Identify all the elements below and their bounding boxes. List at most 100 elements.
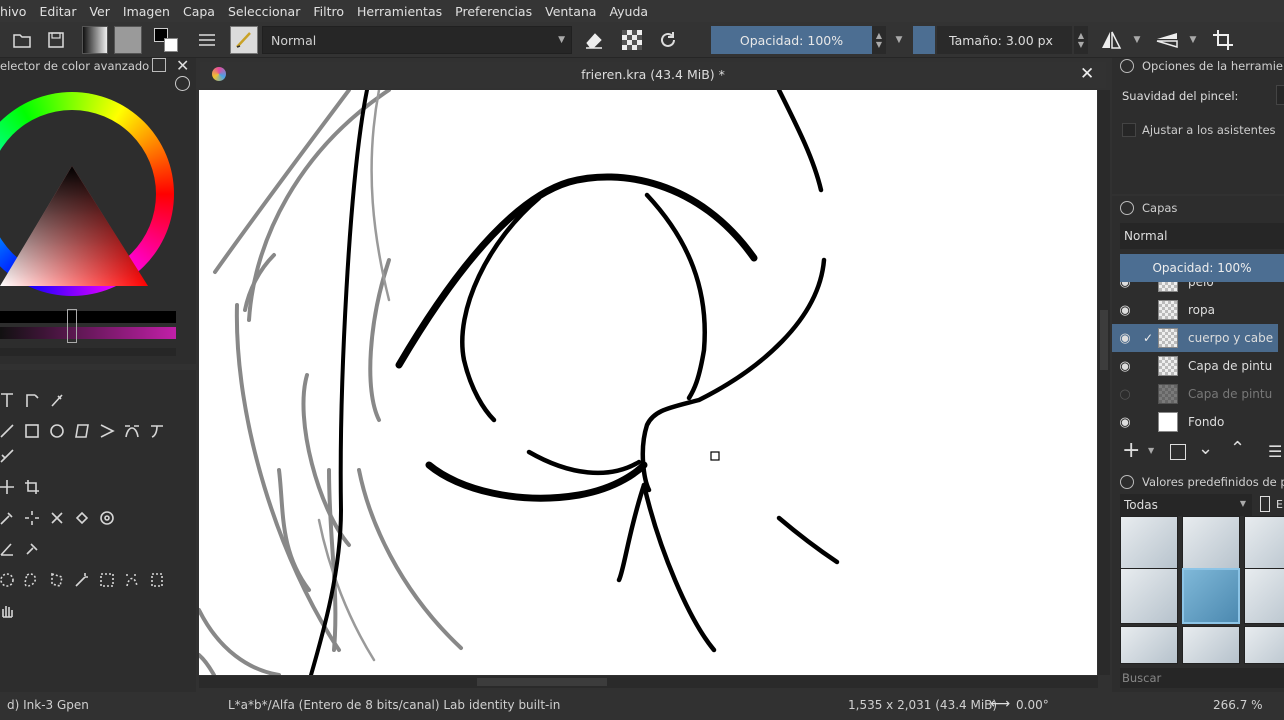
- saturation-value-triangle[interactable]: [0, 108, 170, 298]
- brush-settings-icon[interactable]: [196, 26, 218, 54]
- move-layer-down-icon[interactable]: ⌄: [1198, 438, 1213, 459]
- layer-opacity-slider[interactable]: Opacidad: 100%: [1120, 254, 1284, 282]
- menu-archivo[interactable]: hivo: [0, 4, 32, 19]
- canvas[interactable]: [199, 90, 1097, 675]
- brush-preset-tile[interactable]: [1182, 626, 1240, 664]
- layer-row[interactable]: ◉ ✓ cuerpo y cabe: [1112, 324, 1278, 352]
- layer-row[interactable]: ○ Capa de pintu: [1112, 380, 1278, 408]
- assistant-tool-icon[interactable]: [47, 508, 67, 528]
- layer-row[interactable]: ◉ Fondo: [1112, 408, 1278, 436]
- add-layer-icon[interactable]: +: [1122, 440, 1140, 462]
- reload-preset-icon[interactable]: [656, 26, 680, 54]
- save-icon[interactable]: [44, 26, 68, 54]
- mirror-horizontal-icon[interactable]: [1098, 26, 1124, 54]
- rotation-value[interactable]: 0.00°: [1016, 698, 1049, 712]
- brush-preset-tile[interactable]: [1120, 568, 1178, 624]
- mirror-vertical-icon[interactable]: [1154, 26, 1180, 54]
- polygon-tool-icon[interactable]: [72, 421, 92, 441]
- docker-menu-icon[interactable]: [1120, 475, 1134, 489]
- chevron-down-icon[interactable]: ▼: [1186, 26, 1200, 54]
- duplicate-layer-icon[interactable]: [1170, 444, 1186, 460]
- pan-tool-icon[interactable]: [0, 601, 17, 621]
- fg-bg-color-icon[interactable]: [152, 26, 180, 54]
- opacity-slider[interactable]: Opacidad: 100%: [711, 26, 872, 54]
- eye-icon[interactable]: ◉: [1112, 303, 1138, 318]
- freehand-path-icon[interactable]: [147, 421, 167, 441]
- close-icon[interactable]: ✕: [176, 56, 189, 75]
- menu-editar[interactable]: Editar: [32, 4, 82, 19]
- brush-preset-tile[interactable]: [1244, 516, 1284, 572]
- layer-blend-select[interactable]: Normal: [1120, 223, 1284, 249]
- layer-active-check[interactable]: ✓: [1138, 331, 1158, 345]
- brush-preset-tile[interactable]: [1182, 516, 1240, 572]
- size-spinner[interactable]: ▲ ▼: [1074, 26, 1088, 54]
- magnetic-select-icon[interactable]: [147, 570, 167, 590]
- chevron-down-icon[interactable]: ▼: [892, 26, 906, 54]
- zoom-value[interactable]: 266.7 %: [1213, 698, 1263, 712]
- saturation-slider[interactable]: [0, 327, 176, 339]
- menu-seleccionar[interactable]: Seleccionar: [221, 4, 306, 19]
- vertical-scrollbar[interactable]: [1098, 90, 1110, 675]
- measure-tool-icon[interactable]: [0, 539, 17, 559]
- blend-mode-select[interactable]: Normal ▼: [262, 26, 572, 54]
- line-tool-icon[interactable]: [0, 421, 17, 441]
- move-layer-up-icon[interactable]: ⌃: [1230, 438, 1245, 459]
- brush-preset-tile[interactable]: [1120, 516, 1178, 572]
- reference-tool-icon[interactable]: [22, 539, 42, 559]
- magic-wand-icon[interactable]: [72, 570, 92, 590]
- menu-herramientas[interactable]: Herramientas: [350, 4, 448, 19]
- eye-icon[interactable]: ◉: [1112, 282, 1138, 290]
- edit-shapes-icon[interactable]: [22, 390, 42, 410]
- size-slider[interactable]: Tamaño: 3.00 px: [937, 26, 1072, 54]
- layer-properties-icon[interactable]: ☰: [1268, 442, 1282, 461]
- eye-icon[interactable]: ◉: [1112, 415, 1138, 430]
- menu-imagen[interactable]: Imagen: [116, 4, 176, 19]
- reset-color-icon[interactable]: [175, 76, 190, 91]
- brush-preset-tile[interactable]: [1244, 626, 1284, 664]
- bezier-tool-icon[interactable]: [122, 421, 142, 441]
- text-tool-icon[interactable]: [0, 390, 17, 410]
- wrap-around-icon[interactable]: [1210, 26, 1236, 54]
- chevron-down-icon[interactable]: ▼: [1148, 446, 1154, 455]
- horizontal-scrollbar[interactable]: [199, 676, 1098, 688]
- docker-menu-icon[interactable]: [1120, 201, 1134, 215]
- brush-preset-tile-selected[interactable]: [1182, 568, 1240, 624]
- rectangle-tool-icon[interactable]: [22, 421, 42, 441]
- menu-ayuda[interactable]: Ayuda: [602, 4, 654, 19]
- dynamic-brush-icon[interactable]: [0, 446, 17, 466]
- menu-capa[interactable]: Capa: [176, 4, 221, 19]
- gradient-tool-icon[interactable]: [97, 508, 117, 528]
- docker-menu-icon[interactable]: [1120, 59, 1134, 73]
- opacity-spinner[interactable]: ▲ ▼: [872, 26, 886, 54]
- slider-handle[interactable]: [67, 309, 77, 343]
- freehand-select-icon[interactable]: [22, 570, 42, 590]
- crop-tool-icon[interactable]: [22, 477, 42, 497]
- brush-preset-tile[interactable]: [1244, 568, 1284, 624]
- snap-assistants-checkbox[interactable]: [1122, 123, 1136, 137]
- menu-filtro[interactable]: Filtro: [306, 4, 350, 19]
- layer-row[interactable]: ◉ ropa: [1112, 296, 1278, 324]
- smoothing-select[interactable]: [1276, 85, 1284, 105]
- pattern-icon[interactable]: [114, 26, 142, 54]
- move-tool-icon[interactable]: [0, 477, 17, 497]
- brush-preset-tile[interactable]: [1120, 626, 1178, 664]
- calligraphy-icon[interactable]: [47, 390, 67, 410]
- value-slider[interactable]: [0, 311, 176, 323]
- polygon-select-icon[interactable]: [47, 570, 67, 590]
- size-slider-fill[interactable]: [913, 26, 935, 54]
- alpha-lock-icon[interactable]: [620, 26, 644, 54]
- tag-icon[interactable]: [1260, 496, 1270, 512]
- menu-ver[interactable]: Ver: [82, 4, 115, 19]
- similar-select-icon[interactable]: [97, 570, 117, 590]
- layer-row[interactable]: ◉ pelo: [1112, 282, 1278, 296]
- preset-tag-select[interactable]: Todas ▼: [1120, 494, 1252, 516]
- preset-search-input[interactable]: Buscar: [1120, 668, 1284, 688]
- open-folder-icon[interactable]: [10, 26, 34, 54]
- chevron-down-icon[interactable]: ▼: [1130, 26, 1144, 54]
- elliptical-select-icon[interactable]: [0, 570, 17, 590]
- menu-preferencias[interactable]: Preferencias: [448, 4, 538, 19]
- close-document-icon[interactable]: ✕: [1080, 64, 1094, 84]
- gradient-icon[interactable]: [82, 26, 108, 54]
- layer-row[interactable]: ◉ Capa de pintu: [1112, 352, 1278, 380]
- ellipse-tool-icon[interactable]: [47, 421, 67, 441]
